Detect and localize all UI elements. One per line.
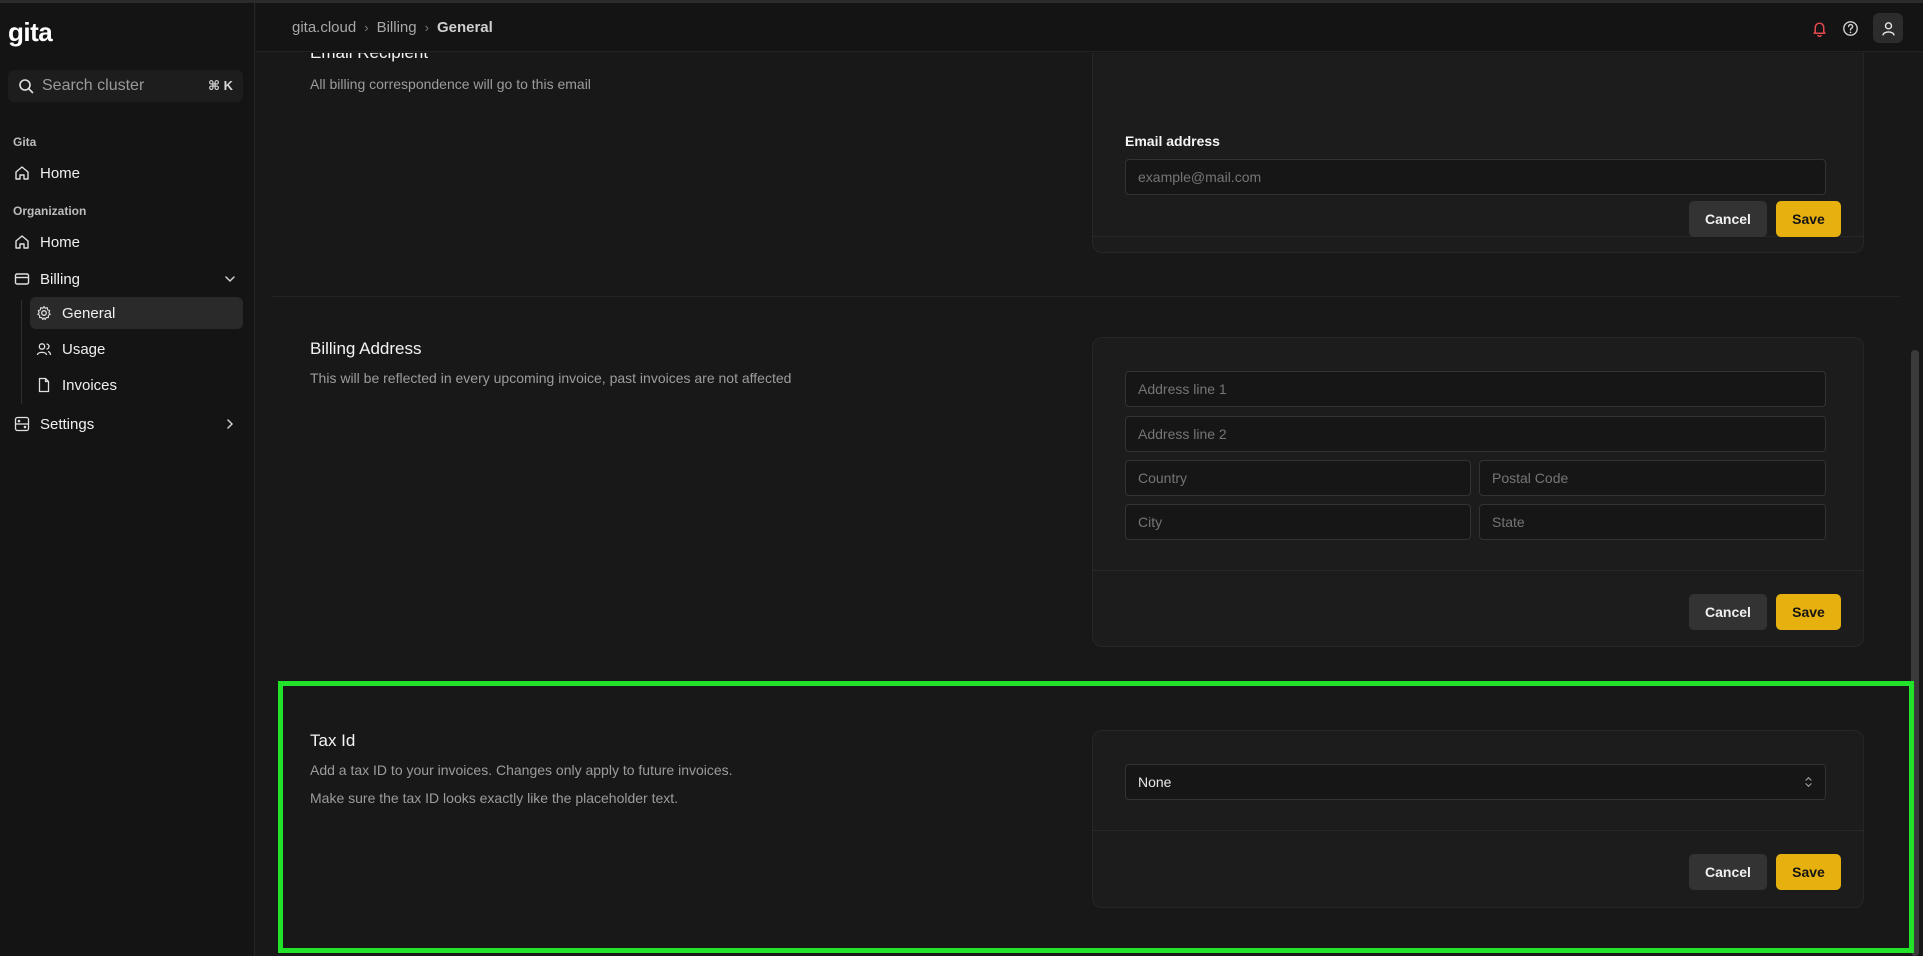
- billing-address-description: This will be reflected in every upcoming…: [310, 370, 792, 386]
- users-icon: [36, 343, 52, 356]
- sidebar-item-label: Home: [40, 164, 81, 182]
- sidebar-item-billing[interactable]: Billing: [8, 263, 243, 295]
- email-save-button[interactable]: Save: [1776, 201, 1841, 237]
- home-icon: [15, 166, 29, 180]
- address-line-2-input[interactable]: [1125, 416, 1826, 452]
- top-header: gita.cloud › Billing › General: [256, 3, 1923, 52]
- header-actions: [1811, 13, 1903, 43]
- chevron-down-icon[interactable]: [223, 272, 237, 286]
- sidebar-item-org-home[interactable]: Home: [8, 226, 243, 258]
- sidebar-item-general[interactable]: General: [30, 297, 243, 329]
- sidebar-item-invoices[interactable]: Invoices: [30, 369, 243, 401]
- sidebar-item-settings[interactable]: Settings: [8, 408, 243, 440]
- sidebar: gita Search cluster ⌘ K Gita Home Organi…: [0, 3, 255, 956]
- card-divider: [1093, 570, 1863, 571]
- email-address-label: Email address: [1125, 133, 1220, 149]
- breadcrumb-item-root[interactable]: gita.cloud: [292, 19, 356, 36]
- bell-icon[interactable]: [1811, 20, 1828, 37]
- sidebar-item-usage[interactable]: Usage: [30, 333, 243, 365]
- help-icon[interactable]: [1842, 20, 1859, 37]
- sidebar-item-label: Usage: [62, 340, 106, 358]
- submenu-guide-line: [21, 300, 22, 404]
- chevron-right-icon: ›: [364, 19, 369, 35]
- billing-address-title: Billing Address: [310, 339, 422, 358]
- breadcrumb: gita.cloud › Billing › General: [292, 19, 493, 36]
- breadcrumb-item-current: General: [436, 18, 493, 36]
- postal-code-input[interactable]: [1479, 460, 1826, 496]
- email-recipient-title: Email Recipient: [310, 53, 428, 63]
- chevron-right-icon: ›: [424, 19, 429, 35]
- address-cancel-button[interactable]: Cancel: [1689, 594, 1767, 630]
- section-label-gita: Gita: [13, 135, 37, 149]
- sidebar-item-label: Settings: [40, 415, 95, 433]
- section-label-organization: Organization: [13, 204, 87, 218]
- home-icon: [15, 235, 29, 249]
- email-address-input[interactable]: [1125, 159, 1826, 195]
- city-input[interactable]: [1125, 504, 1471, 540]
- sidebar-item-label: Invoices: [62, 376, 118, 394]
- address-save-button[interactable]: Save: [1776, 594, 1841, 630]
- state-input[interactable]: [1479, 504, 1826, 540]
- sidebar-item-label: General: [62, 304, 116, 322]
- breadcrumb-item-billing[interactable]: Billing: [377, 19, 417, 36]
- search-cluster-input[interactable]: Search cluster ⌘ K: [8, 70, 243, 102]
- user-menu-button[interactable]: [1873, 13, 1903, 43]
- email-cancel-button[interactable]: Cancel: [1689, 201, 1767, 237]
- sidebar-item-gita-home[interactable]: Home: [8, 157, 243, 189]
- search-icon: [19, 79, 34, 94]
- email-recipient-description: All billing correspondence will go to th…: [310, 76, 591, 92]
- credit-card-icon: [14, 273, 30, 285]
- sidebar-item-label: Home: [40, 233, 81, 251]
- user-icon: [1881, 21, 1895, 36]
- file-icon: [38, 377, 50, 393]
- search-placeholder: Search cluster: [42, 77, 145, 94]
- search-shortcut: ⌘ K: [207, 78, 233, 93]
- logo[interactable]: gita: [8, 17, 53, 48]
- settings-panel-icon: [14, 416, 30, 432]
- country-input[interactable]: [1125, 460, 1471, 496]
- tax-id-highlight-box: [278, 681, 1914, 953]
- section-separator: [272, 296, 1900, 297]
- sidebar-item-label: Billing: [40, 270, 81, 288]
- chevron-right-icon[interactable]: [223, 417, 237, 431]
- address-line-1-input[interactable]: [1125, 371, 1826, 407]
- gear-icon: [37, 305, 51, 321]
